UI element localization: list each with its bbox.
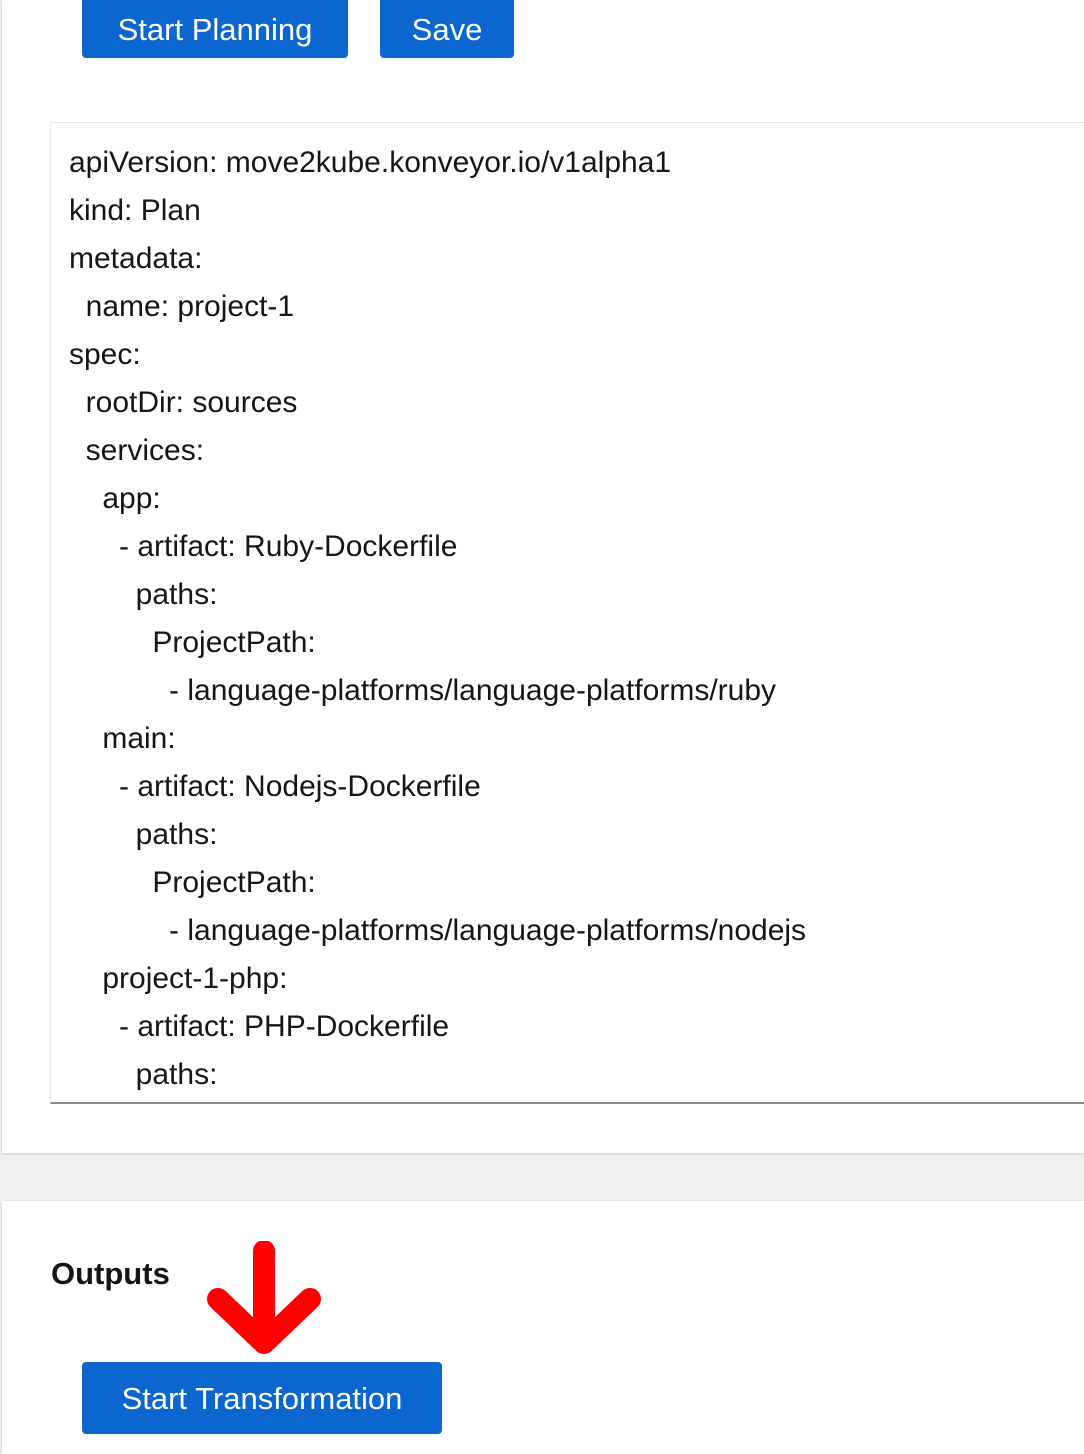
outputs-title: Outputs [51,1256,170,1291]
outputs-card: Outputs Start Transformation [2,1201,1084,1454]
arrow-down-icon [207,1241,321,1354]
plan-yaml-editor[interactable] [50,122,1084,1104]
start-transformation-button[interactable]: Start Transformation [82,1362,442,1434]
plan-card: Start Planning Save [2,0,1084,1153]
start-planning-button[interactable]: Start Planning [82,0,348,58]
save-button[interactable]: Save [380,0,514,58]
